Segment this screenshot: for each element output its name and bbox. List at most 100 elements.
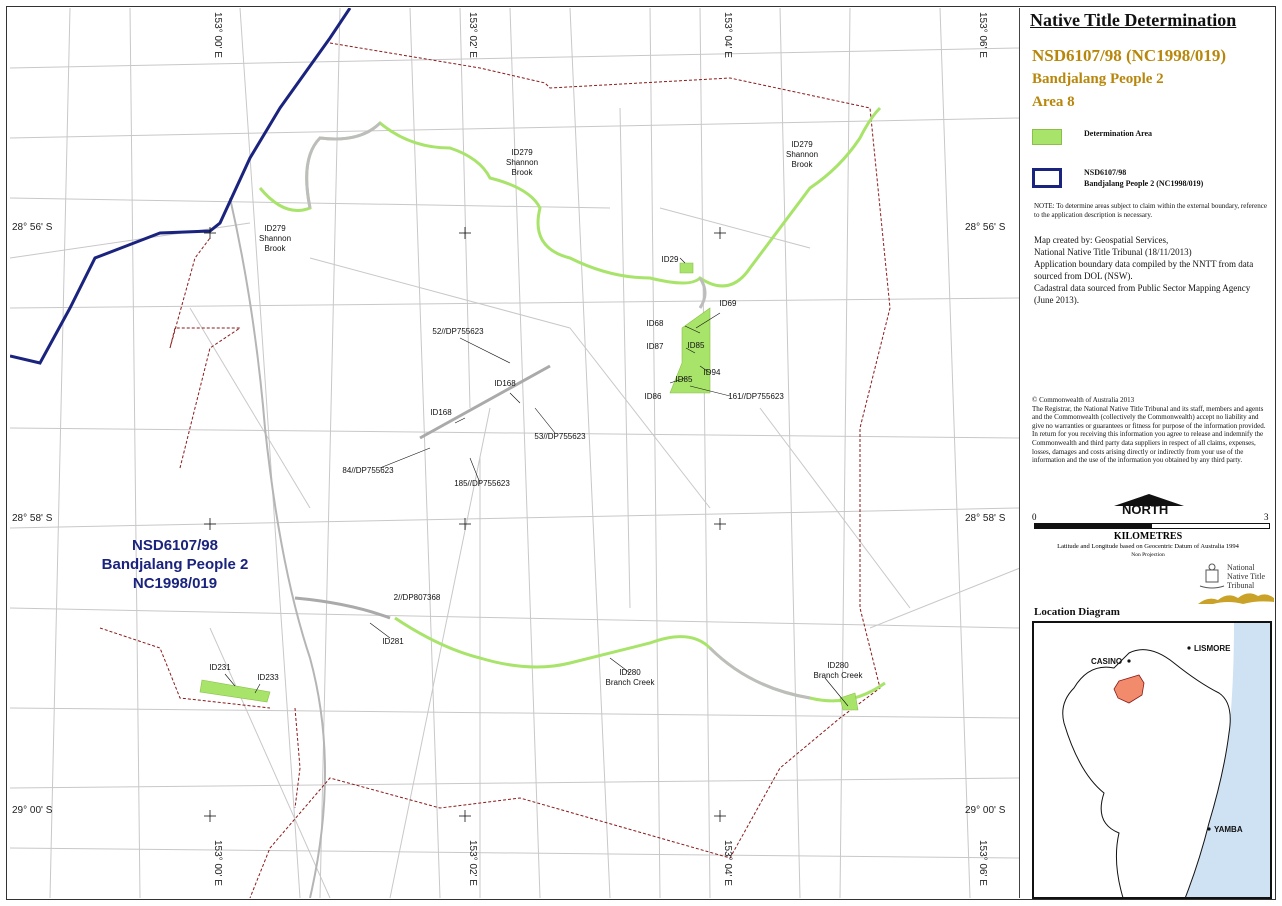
lat-label-left-2: 28° 58' S: [12, 513, 53, 524]
label-52-dp755623: 52//DP755623: [432, 327, 484, 336]
label-id68: ID68: [647, 319, 664, 328]
location-yamba: YAMBA: [1214, 825, 1243, 834]
label-id280-east: ID280: [827, 661, 849, 670]
panel-copyright: © Commonwealth of Australia 2013 The Reg…: [1032, 396, 1272, 465]
label-id168-upper: ID168: [494, 379, 516, 388]
label-53-dp755623: 53//DP755623: [534, 432, 586, 441]
label-branch-creek-east: Branch Creek: [814, 671, 864, 680]
label-id87: ID87: [647, 342, 664, 351]
cadastre-lines: [10, 8, 1019, 898]
panel-subtitle-area: Area 8: [1032, 94, 1075, 110]
creeks: [258, 106, 886, 703]
credit-line-3: Application boundary data compiled by th…: [1034, 259, 1254, 281]
label-id281: ID281: [382, 637, 404, 646]
credit-line-4: Cadastral data sourced from Public Secto…: [1034, 283, 1251, 305]
lon-label-bottom-1: 153° 00' E: [212, 840, 223, 886]
scale-bar: [1034, 523, 1270, 529]
road-id168: [419, 364, 551, 440]
label-id279-center: ID279: [511, 148, 533, 157]
panel-title: Native Title Determination: [1030, 10, 1237, 30]
scale-start-label: 0: [1032, 512, 1037, 522]
credit-line-1: Map created by: Geospatial Services,: [1034, 235, 1169, 245]
lon-label-top-3: 153° 04' E: [722, 12, 733, 58]
label-id85-upper: ID85: [688, 341, 705, 350]
label-2-dp807368: 2//DP807368: [394, 593, 441, 602]
label-brook-west: Brook: [265, 244, 287, 253]
dashed-boundary: [99, 42, 891, 898]
lat-label-left-3: 29° 00' S: [12, 805, 53, 816]
label-brook-east: Brook: [792, 160, 814, 169]
lon-label-top-1: 153° 00' E: [212, 12, 223, 58]
nntt-swoosh-icon: [1198, 593, 1274, 604]
casino-dot: [1127, 659, 1131, 663]
panel-credits: Map created by: Geospatial Services, Nat…: [1034, 234, 1270, 306]
scale-end-label: 3: [1264, 512, 1269, 522]
label-id94: ID94: [704, 368, 721, 377]
claim-label: NSD6107/98 Bandjalang People 2 NC1998/01…: [50, 536, 300, 593]
location-diagram: LISMORE CASINO YAMBA: [1032, 621, 1272, 899]
panel-subtitle-case: NSD6107/98 (NC1998/019): [1032, 46, 1227, 65]
legend-determination-swatch: [1032, 129, 1062, 145]
label-id233: ID233: [257, 673, 279, 682]
lon-label-bottom-4: 153° 06' E: [977, 840, 988, 886]
copyright-title: © Commonwealth of Australia 2013: [1032, 396, 1135, 404]
label-branch-creek-center: Branch Creek: [606, 678, 656, 687]
lat-label-left-1: 28° 56' S: [12, 222, 53, 233]
north-label: NORTH: [1122, 502, 1169, 517]
label-161-dp755623: 161//DP755623: [728, 392, 784, 401]
legend-claim-label-2: Bandjalang People 2 (NC1998/019): [1084, 179, 1204, 188]
label-id279-west: ID279: [264, 224, 286, 233]
logo-line-1: National: [1227, 563, 1255, 572]
lat-label-right-2: 28° 58' S: [965, 513, 1006, 524]
location-diagram-svg: LISMORE CASINO YAMBA: [1062, 623, 1270, 897]
creek-grey-sections: [305, 121, 811, 700]
label-id86: ID86: [645, 392, 662, 401]
lismore-dot: [1187, 646, 1191, 650]
label-shannon-center: Shannon: [506, 158, 538, 167]
legend-determination-label: Determination Area: [1084, 129, 1153, 138]
legend-claim-swatch: [1032, 168, 1062, 188]
panel-note: NOTE: To determine areas subject to clai…: [1034, 202, 1267, 219]
map-canvas[interactable]: 28° 56' S 28° 56' S 28° 58' S 28° 58' S …: [10, 8, 1020, 898]
lat-label-right-1: 28° 56' S: [965, 222, 1006, 233]
claim-boundary: [10, 8, 352, 365]
location-diagram-title: Location Diagram: [1034, 606, 1120, 618]
lon-label-bottom-2: 153° 02' E: [467, 840, 478, 886]
label-id29: ID29: [662, 255, 679, 264]
projection-note: Non Projection: [1131, 552, 1165, 558]
claim-label-line1: NSD6107/98: [132, 537, 218, 554]
lat-label-right-3: 29° 00' S: [965, 805, 1006, 816]
label-id280-center: ID280: [619, 668, 641, 677]
panel-subtitle-people: Bandjalang People 2: [1032, 71, 1164, 87]
credit-line-2: National Native Title Tribunal (18/11/20…: [1034, 247, 1192, 257]
coat-of-arms-icon: [1199, 563, 1225, 589]
lon-label-top-2: 153° 02' E: [467, 12, 478, 58]
copyright-text: The Registrar, the National Native Title…: [1032, 404, 1266, 465]
determination-areas: [199, 262, 859, 711]
label-brook-center: Brook: [512, 168, 534, 177]
datum-note: Latitude and Longitude based on Geocentr…: [1057, 543, 1239, 550]
logo-line-2: Native Title: [1227, 572, 1266, 581]
label-id168-lower: ID168: [430, 408, 452, 417]
logo-line-3: Tribunal: [1227, 581, 1255, 590]
lon-label-top-4: 153° 06' E: [977, 12, 988, 58]
claim-label-line3: NC1998/019: [132, 575, 218, 592]
location-lismore: LISMORE: [1194, 644, 1231, 653]
lon-label-bottom-3: 153° 04' E: [722, 840, 733, 886]
label-id85-lower: ID85: [676, 375, 693, 384]
location-casino: CASINO: [1091, 657, 1122, 666]
label-id279-east: ID279: [791, 140, 813, 149]
legend-panel: Native Title Determination NSD6107/98 (N…: [1022, 8, 1274, 899]
scale-unit-label: KILOMETRES: [1113, 531, 1183, 542]
label-id69: ID69: [720, 299, 737, 308]
yamba-dot: [1207, 827, 1211, 831]
label-185-dp755623: 185//DP755623: [454, 479, 510, 488]
label-id231: ID231: [209, 663, 231, 672]
claim-label-line2: Bandjalang People 2: [101, 556, 249, 573]
label-84-dp755623: 84//DP755623: [342, 466, 394, 475]
legend-claim-label-1: NSD6107/98: [1084, 168, 1127, 177]
label-shannon-west: Shannon: [259, 234, 291, 243]
leader-lines: [224, 257, 849, 707]
nntt-logo-text: National Native Title Tribunal: [1227, 563, 1265, 590]
label-shannon-east: Shannon: [786, 150, 818, 159]
